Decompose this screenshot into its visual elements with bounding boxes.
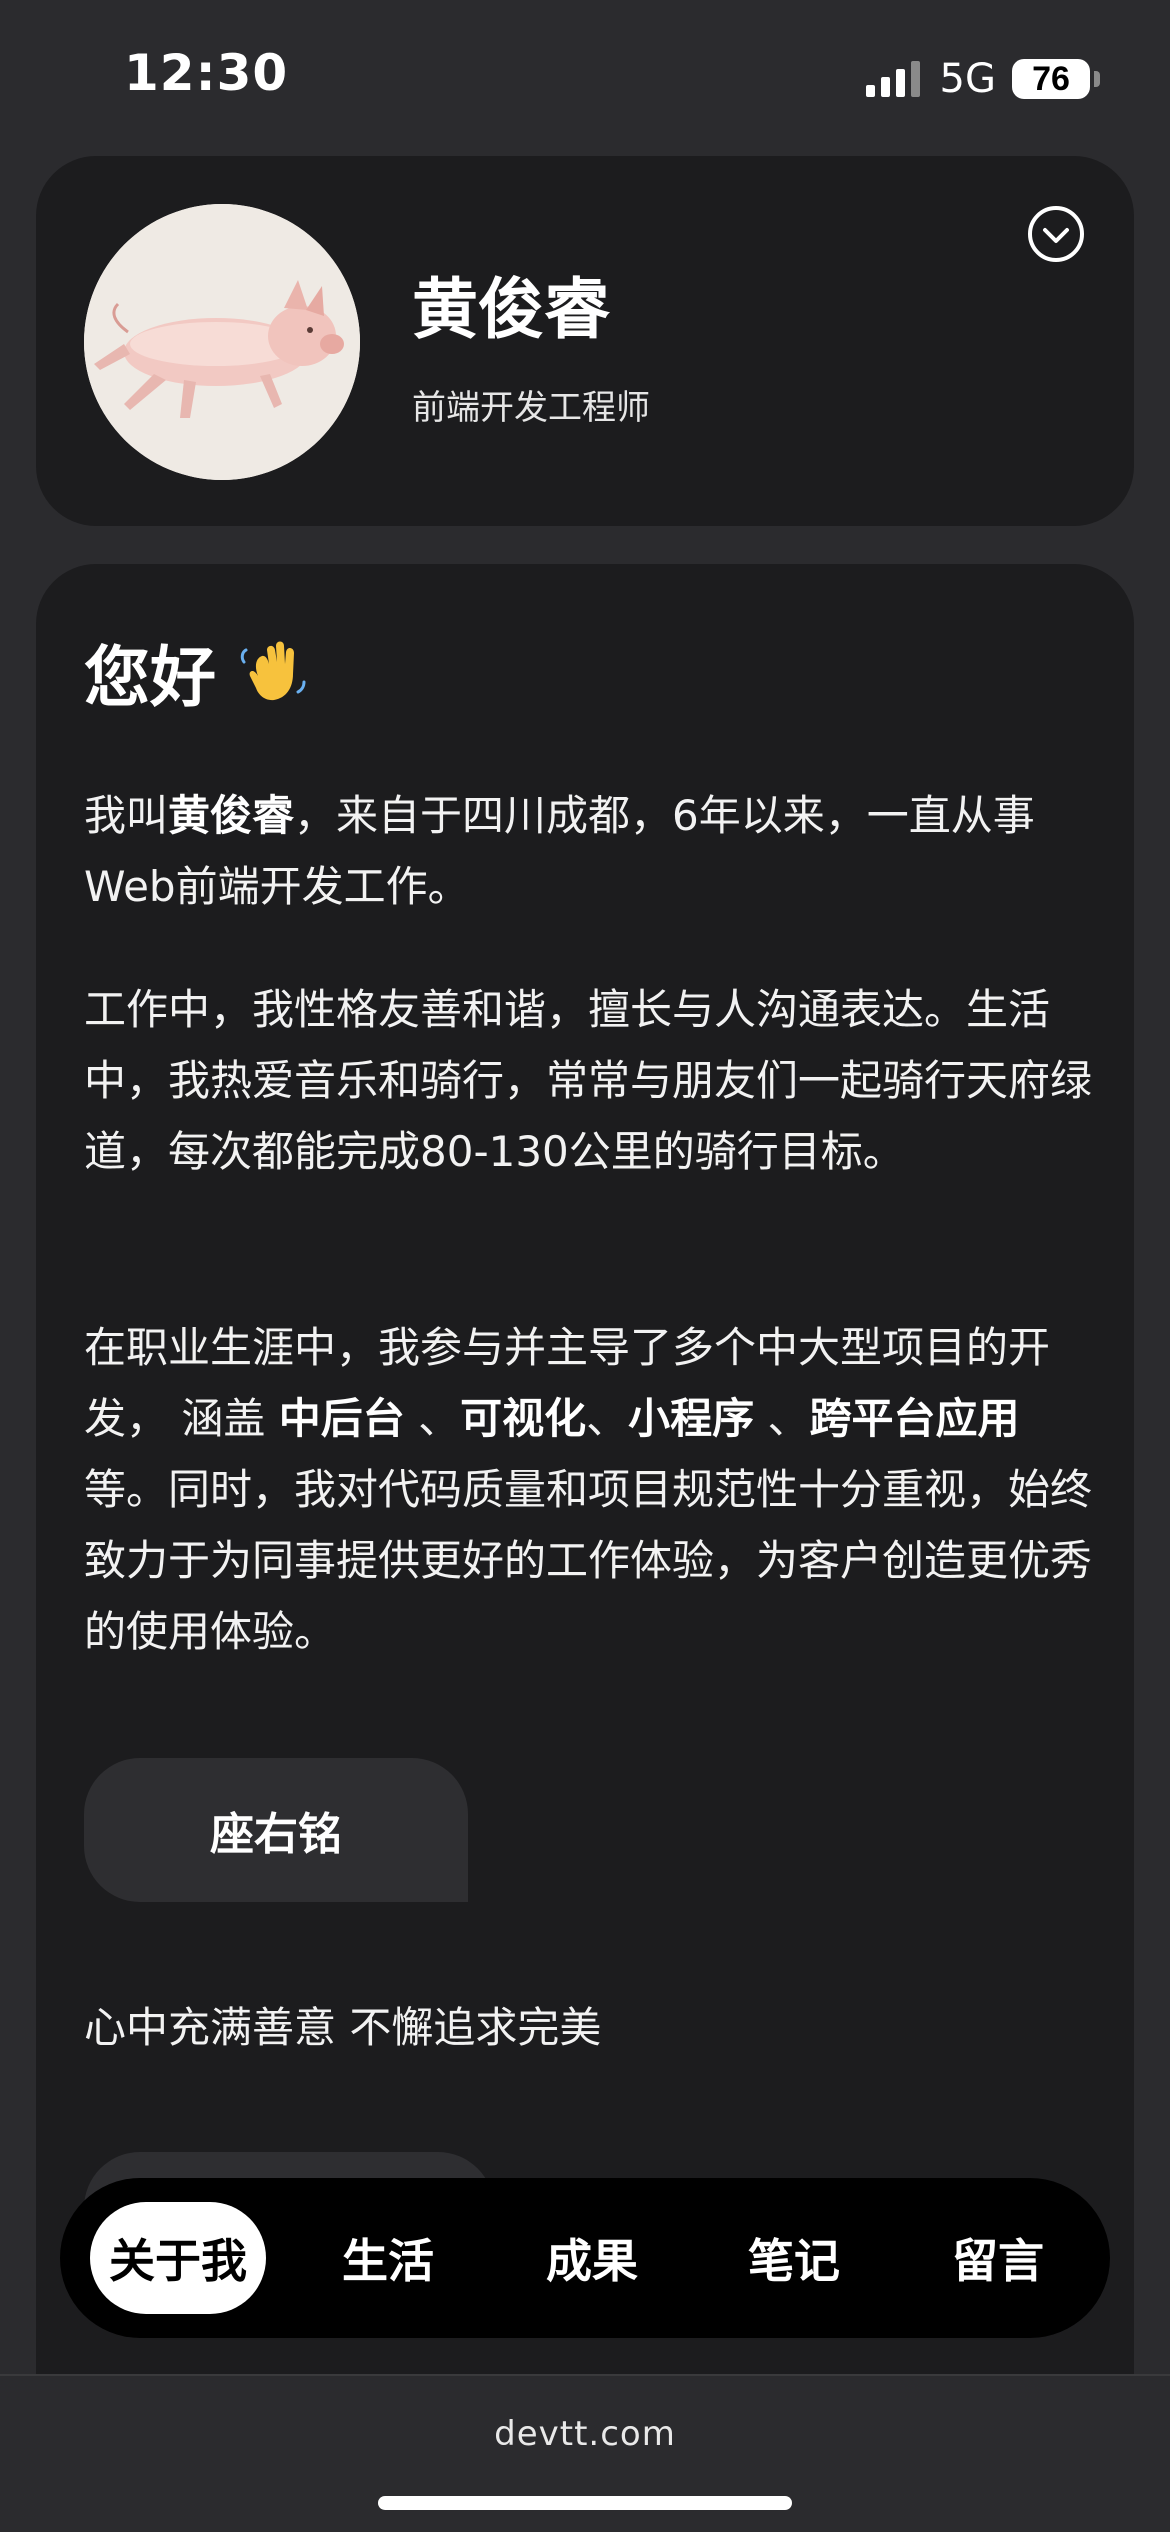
profile-card: 黄俊睿 前端开发工程师 — [36, 156, 1134, 526]
network-label: 5G — [939, 56, 996, 102]
nav-notes[interactable]: 笔记 — [724, 2202, 864, 2314]
keyword-miniprogram: 小程序 — [628, 1394, 755, 1443]
status-indicators: 5G 76 — [865, 56, 1100, 102]
nav-messages[interactable]: 留言 — [928, 2202, 1068, 2314]
career-sep-2: 、 — [586, 1394, 629, 1443]
motto-label: 座右铭 — [84, 1758, 468, 1902]
bottom-nav: 关于我 生活 成果 笔记 留言 — [60, 2178, 1110, 2338]
keyword-crossplatform: 跨平台应用 — [809, 1394, 1020, 1443]
pig-avatar-icon — [84, 204, 360, 480]
intro-text-1: 我叫 — [84, 791, 169, 840]
signal-icon — [865, 61, 920, 97]
nav-achievements[interactable]: 成果 — [522, 2202, 662, 2314]
nav-life[interactable]: 生活 — [318, 2202, 458, 2314]
life-paragraph: 工作中，我性格友善和谐，擅长与人沟通表达。生活中，我热爱音乐和骑行，常常与朋友们… — [84, 985, 1093, 1176]
keyword-admin: 中后台 — [278, 1394, 405, 1443]
greeting-heading: 您好 — [84, 624, 308, 720]
chevron-down-circle-icon — [1028, 206, 1084, 262]
career-sep-3: 、 — [754, 1394, 810, 1443]
profile-title: 前端开发工程师 — [412, 388, 650, 428]
avatar — [84, 204, 360, 480]
career-text-2: 等。同时，我对代码质量和项目规范性十分重视，始终致力于为同事提供更好的工作体验，… — [84, 1465, 1093, 1656]
profile-name: 黄俊睿 — [412, 271, 610, 348]
expand-button[interactable] — [1026, 204, 1086, 264]
battery-icon: 76 — [1012, 59, 1100, 99]
nav-about[interactable]: 关于我 — [90, 2202, 266, 2314]
greeting-text: 您好 — [84, 639, 216, 716]
battery-level: 76 — [1032, 59, 1070, 98]
home-indicator[interactable] — [378, 2496, 792, 2510]
keyword-visualization: 可视化 — [460, 1394, 587, 1443]
career-paragraph: 在职业生涯中，我参与并主导了多个中大型项目的开发， 涵盖 中后台 、可视化、小程… — [84, 1312, 1094, 1667]
status-time: 12:30 — [124, 44, 289, 102]
career-sep-1: 、 — [404, 1394, 461, 1443]
waving-hand-icon — [240, 641, 306, 701]
url-text[interactable]: devtt.com — [0, 2414, 1170, 2454]
browser-bar: devtt.com — [0, 2374, 1170, 2532]
intro-name: 黄俊睿 — [168, 791, 295, 840]
motto-text: 心中充满善意 不懈追求完美 — [84, 2003, 602, 2052]
status-bar: 12:30 5G 76 — [0, 0, 1170, 150]
intro-paragraph: 我叫黄俊睿，来自于四川成都，6年以来，一直从事Web前端开发工作。 — [84, 780, 1094, 922]
